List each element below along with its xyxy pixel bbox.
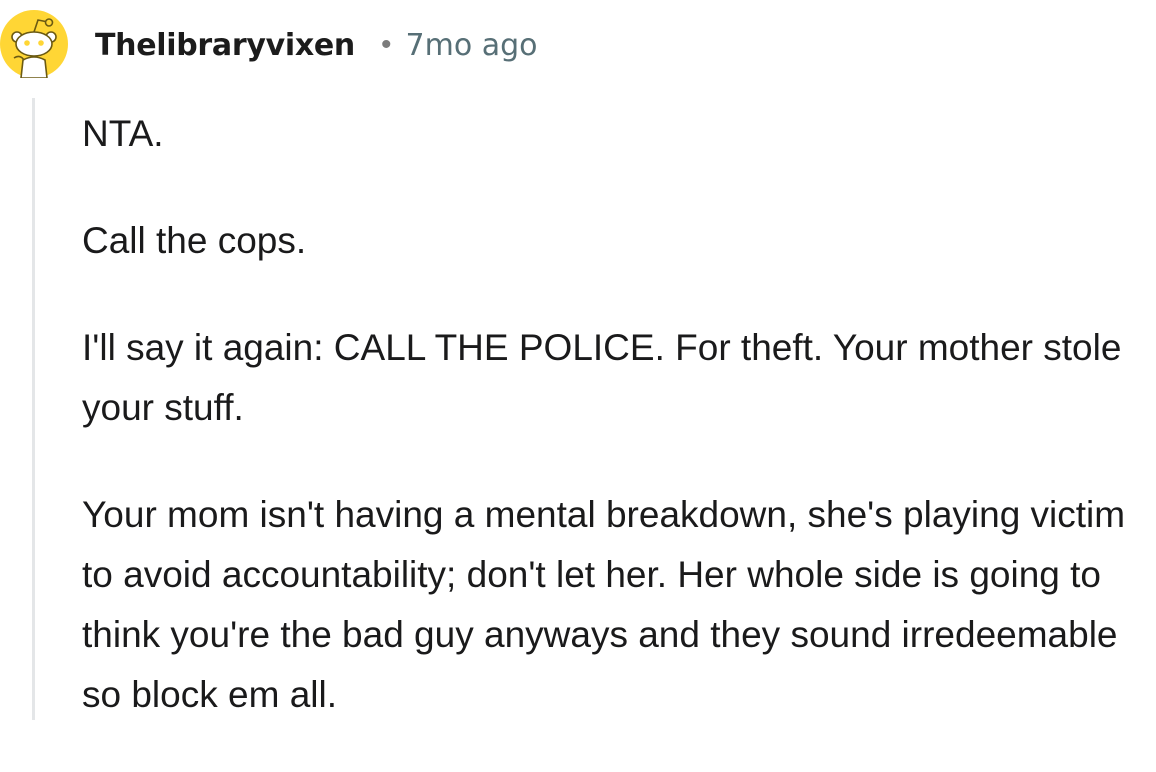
comment-paragraph: Call the cops. (82, 220, 307, 261)
separator-dot: • (381, 28, 392, 61)
comment-paragraph: Your mom isn't having a mental breakdown… (82, 494, 1126, 715)
comment-paragraph: I'll say it again: CALL THE POLICE. For … (82, 327, 1122, 428)
timestamp: 7mo ago (405, 27, 538, 63)
comment-header: Thelibraryvixen • 7mo ago (95, 20, 538, 70)
snoo-avatar-icon[interactable] (0, 10, 68, 79)
comment-paragraph: NTA. (82, 113, 164, 154)
username-link[interactable]: Thelibraryvixen (95, 28, 355, 63)
thread-line[interactable] (32, 98, 35, 720)
avatar-graphic (0, 10, 68, 79)
comment-body: NTA. Call the cops. I'll say it again: C… (82, 104, 1156, 772)
comment: Thelibraryvixen • 7mo ago NTA. Call the … (0, 0, 1156, 720)
